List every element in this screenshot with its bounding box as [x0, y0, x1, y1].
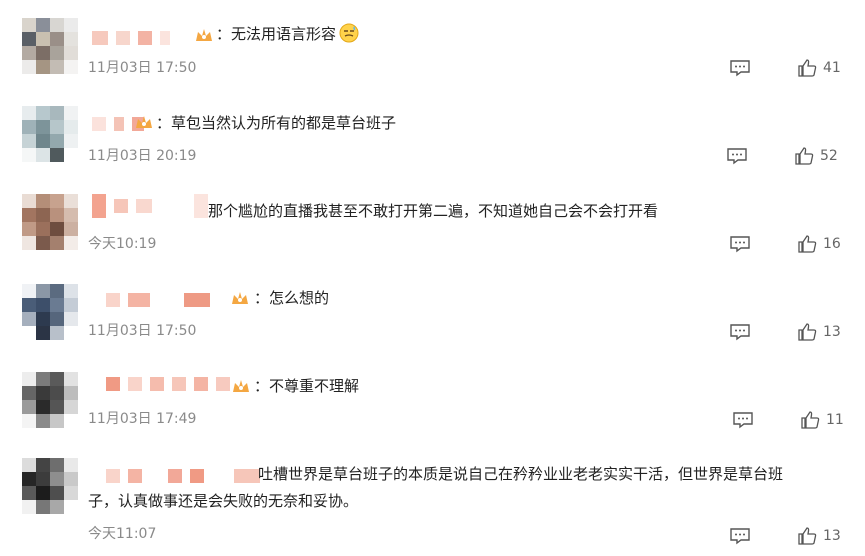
username[interactable]	[106, 468, 260, 484]
timestamp: 今天10:19	[88, 236, 157, 252]
like-button[interactable]: 13	[797, 322, 841, 342]
like-button[interactable]: 11	[800, 410, 844, 430]
comment-text-continued: 子，认真做事还是会失败的无奈和妥协。	[88, 492, 359, 510]
timestamp: 11月03日 20:19	[88, 148, 197, 164]
crown-badge-icon	[233, 380, 249, 392]
smiley-sweat-icon	[339, 23, 359, 43]
like-count: 41	[823, 60, 841, 76]
comment-text: ：怎么想的	[254, 289, 330, 307]
thumbs-up-icon	[798, 235, 817, 253]
like-button[interactable]: 52	[794, 146, 838, 166]
comment-text: ：不尊重不理解	[254, 377, 360, 395]
thumbs-up-icon	[801, 411, 820, 429]
timestamp: 11月03日 17:50	[88, 60, 197, 76]
crown-badge-icon	[232, 292, 248, 304]
crown-badge-icon	[196, 29, 212, 41]
like-count: 16	[823, 236, 841, 252]
avatar[interactable]	[22, 18, 78, 74]
thumbs-up-icon	[798, 59, 817, 77]
comment-icon[interactable]	[729, 235, 751, 253]
thumbs-up-icon	[798, 323, 817, 341]
avatar[interactable]	[22, 284, 78, 340]
username[interactable]	[106, 292, 210, 308]
username[interactable]	[92, 30, 170, 46]
timestamp: 今天11:07	[88, 526, 157, 542]
like-count: 11	[826, 412, 844, 428]
comment-icon[interactable]	[729, 527, 751, 545]
like-button[interactable]: 16	[797, 234, 841, 254]
timestamp: 11月03日 17:49	[88, 411, 197, 427]
avatar[interactable]	[22, 106, 78, 162]
crown-badge-icon	[136, 116, 152, 128]
like-count: 13	[823, 528, 841, 544]
timestamp: 11月03日 17:50	[88, 323, 197, 339]
comment-icon[interactable]	[729, 59, 751, 77]
thumbs-up-icon	[795, 147, 814, 165]
like-count: 52	[820, 148, 838, 164]
avatar[interactable]	[22, 458, 78, 514]
comment-icon[interactable]	[732, 411, 754, 429]
like-count: 13	[823, 324, 841, 340]
username[interactable]	[92, 194, 208, 218]
comment-text: 那个尴尬的直播我甚至不敢打开第二遍，不知道她自己会不会打开看	[208, 202, 659, 220]
like-button[interactable]: 41	[797, 58, 841, 78]
comment-text: ：草包当然认为所有的都是草台班子	[156, 114, 397, 132]
thumbs-up-icon	[798, 527, 817, 545]
comment-text: 吐槽世界是草台班子的本质是说自己在矜矜业业老老实实干活，但世界是草台班	[258, 465, 784, 483]
comment-text: ：无法用语言形容	[216, 21, 359, 48]
avatar[interactable]	[22, 372, 78, 428]
like-button[interactable]: 13	[797, 526, 841, 546]
username[interactable]	[106, 376, 230, 392]
comment-icon[interactable]	[726, 147, 748, 165]
comment-icon[interactable]	[729, 323, 751, 341]
avatar[interactable]	[22, 194, 78, 250]
